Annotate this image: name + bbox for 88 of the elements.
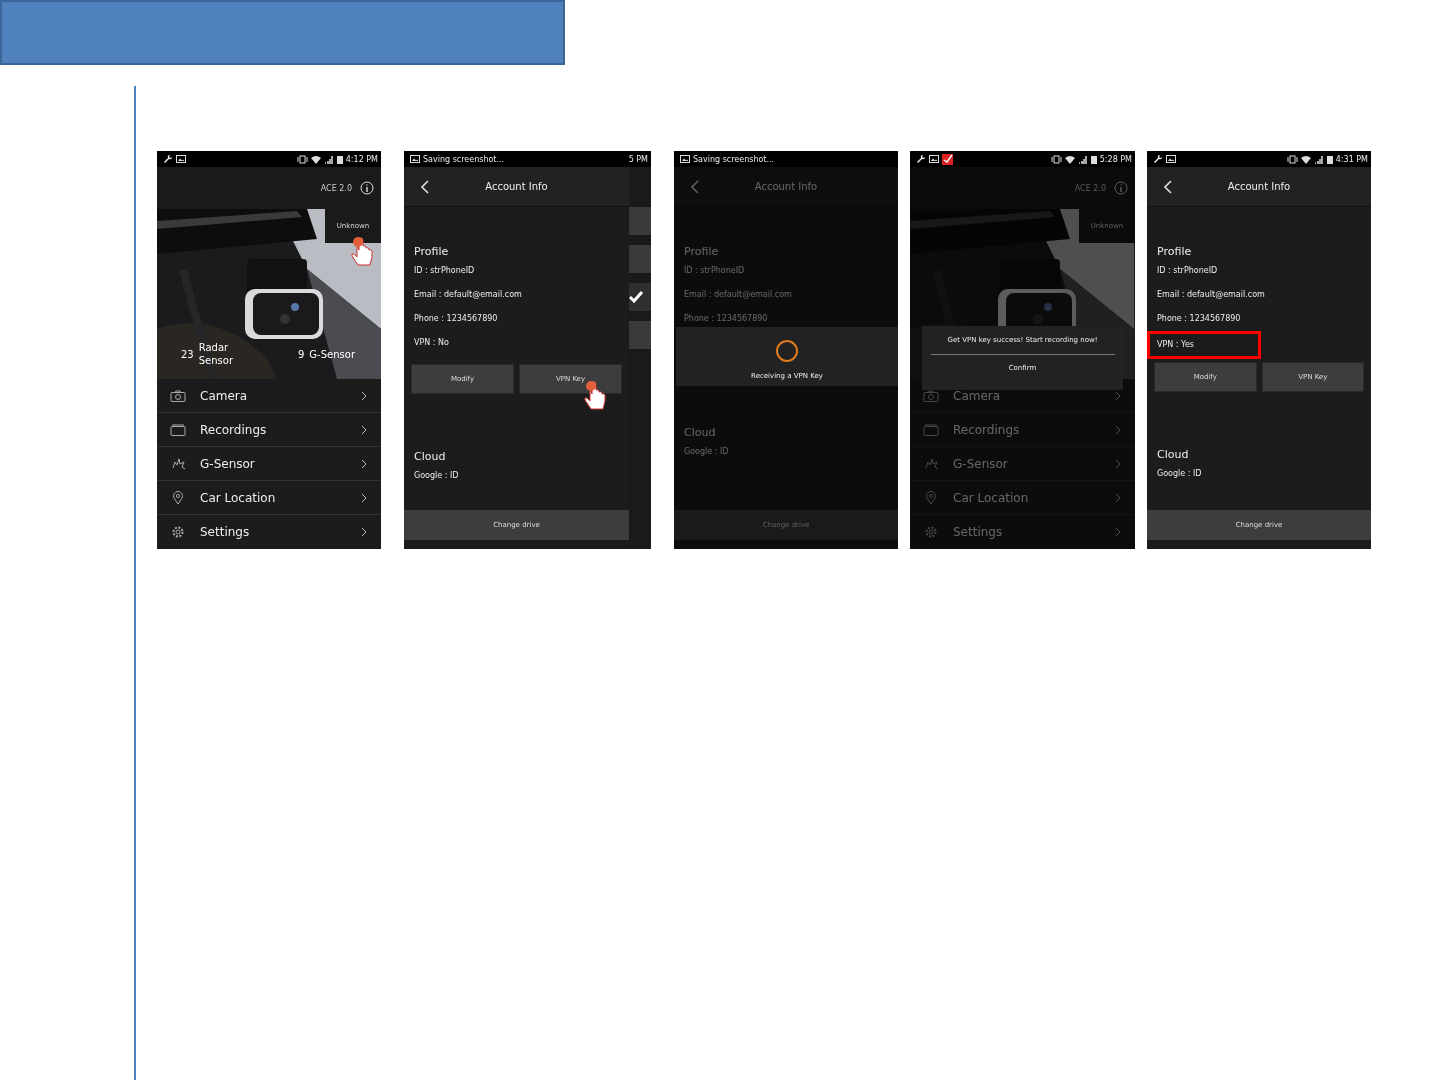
status-notice: Saving screenshot... [423,154,505,164]
section-heading: Profile [413,245,450,260]
menu-label: G-Sensor [953,456,1009,471]
screen-title: Account Info [753,181,819,192]
battery-icon [1090,154,1097,164]
wifi-icon [310,154,321,164]
status-time: 5 PM [628,154,648,164]
profile-line: Email : default@email.com [1156,289,1266,301]
image-icon [1166,155,1176,163]
back-icon[interactable] [1164,179,1172,194]
chevron-icon [1115,458,1121,469]
menu-label: Camera [953,388,1002,403]
profile-line: ID : strPhoneID [1156,265,1219,277]
stat-value: 23 [181,348,194,360]
chevron-icon [361,424,367,435]
cloud-line: Google : ID [413,470,460,482]
chevron-icon [1115,390,1121,401]
menu-label: Settings [200,525,251,539]
profile-line: Phone : 1234567890 [1156,313,1242,325]
chevron-icon [361,390,367,401]
section-heading: Profile [683,245,720,260]
menu-item[interactable]: G-Sensor [157,447,381,481]
profile-line: Phone : 1234567890 [413,313,499,325]
signal-icon [1077,154,1088,164]
chevron-icon [361,492,367,503]
image-icon [176,155,186,163]
info-icon[interactable] [360,181,374,195]
menu-item[interactable]: Recordings [157,413,381,447]
status-notice: Saving screenshot... [693,154,775,164]
camera-icon [921,389,941,402]
chevron-icon [1115,527,1121,537]
chevron-icon [1115,424,1121,435]
status-time: 4:31 PM [1335,154,1368,164]
cloud-line: Google : ID [683,446,730,458]
model-label: ACE 2.0 [320,183,352,193]
signal-icon [1313,154,1324,164]
vibrate-icon [1050,154,1062,164]
image-icon [929,155,939,163]
stat-label: G-Sensor [309,347,355,361]
section-heading: Profile [1156,245,1193,260]
chevron-icon [361,527,367,537]
menu-label: Camera [200,388,249,403]
battery-icon [336,154,343,164]
profile-line: Email : default@email.com [683,289,793,301]
menu-item[interactable]: Car Location [157,481,381,515]
model-label: ACE 2.0 [1074,183,1106,193]
profile-line: Email : default@email.com [413,289,523,301]
spinner-icon [775,339,799,363]
profile-line: VPN : No [413,337,450,349]
check-icon [629,291,643,303]
wifi-icon [1300,154,1311,164]
chevron-icon [1115,492,1121,503]
screen-title: Account Info [484,181,549,192]
status-time: 4:12 PM [345,154,378,164]
folder-icon [921,423,941,436]
profile-line: ID : strPhoneID [683,265,746,277]
cloud-line: Google : ID [1156,468,1203,480]
screen-title: Account Info [1226,181,1292,192]
profile-line: Phone : 1234567890 [683,313,769,325]
section-heading: Cloud [683,426,717,441]
wrench-icon [916,154,926,164]
chevron-icon [361,458,367,469]
wifi-icon [1064,154,1075,164]
wrench-icon [163,154,173,164]
menu-label: Car Location [200,490,277,505]
profile-line: ID : strPhoneID [413,265,476,277]
signal-icon [323,154,334,164]
battery-icon [1326,154,1333,164]
menu-label: Recordings [953,422,1021,437]
vibrate-icon [1286,154,1298,164]
wrench-icon [1153,154,1163,164]
section-heading: Cloud [1156,448,1190,463]
image-icon [680,155,690,163]
menu-label: Car Location [953,490,1030,505]
menu-label: Settings [953,525,1004,539]
camera-icon [168,389,188,402]
menu-label: Recordings [200,422,268,437]
menu-item[interactable]: Camera [157,379,381,413]
section-heading: Cloud [413,450,447,465]
image-icon [410,155,420,163]
stat-label: Radar Sensor [198,341,234,367]
vibrate-icon [296,154,308,164]
back-icon[interactable] [421,179,429,194]
folder-icon [168,423,188,436]
stat-value: 9 [298,348,305,360]
status-time: 5:28 PM [1099,154,1132,164]
menu-item[interactable]: Settings [157,515,381,549]
menu-label: G-Sensor [200,456,256,471]
